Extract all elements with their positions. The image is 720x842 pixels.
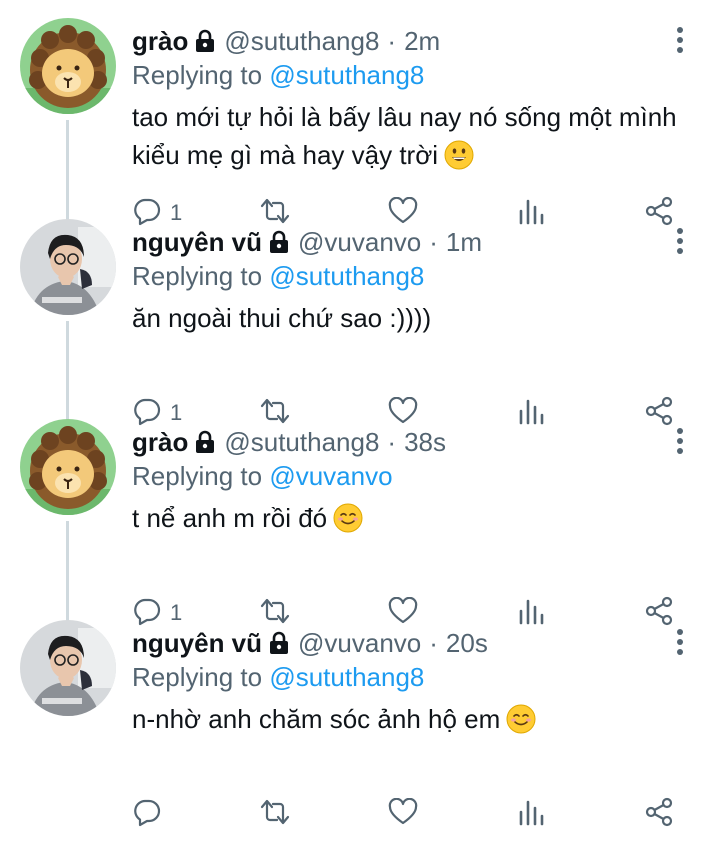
tweet[interactable]: grào @sututhang8 · 38s Replying to @vuvanvo t… (0, 401, 720, 625)
share-icon (645, 797, 673, 832)
heart-icon (388, 797, 418, 831)
tweet-text: n-nhờ anh chăm sóc ảnh hộ em (132, 700, 692, 744)
separator: · (429, 627, 438, 658)
user-handle[interactable]: @vuvanvo (298, 628, 421, 659)
separator: · (429, 226, 438, 257)
replying-to: Replying to @vuvanvo (132, 459, 393, 493)
share-button[interactable] (645, 794, 673, 834)
tweet-text-line: ăn ngoài thui chứ sao :)))) (132, 303, 432, 333)
retweet-button[interactable] (258, 794, 292, 834)
user-handle[interactable]: @sututhang8 (224, 26, 379, 57)
user-handle[interactable]: @sututhang8 (224, 427, 379, 458)
analytics-icon (518, 798, 544, 831)
replying-to: Replying to @sututhang8 (132, 259, 424, 293)
tweet-text-line: n-nhờ anh chăm sóc ảnh hộ em (132, 704, 501, 734)
reply-button[interactable] (132, 794, 170, 834)
smiling-face-emoji-icon (506, 704, 536, 744)
mention-link[interactable]: @vuvanvo (269, 461, 392, 491)
timestamp[interactable]: 2m (404, 26, 440, 57)
tweet-header: grào @sututhang8 · 2m (132, 24, 440, 58)
display-name[interactable]: grào (132, 427, 188, 458)
lock-icon (194, 430, 216, 454)
replying-to-label: Replying to (132, 261, 263, 291)
more-options-icon[interactable] (668, 421, 692, 461)
tweet-header: nguyên vũ @vuvanvo · 20s (132, 626, 488, 660)
mention-link[interactable]: @sututhang8 (269, 60, 424, 90)
lock-icon (194, 29, 216, 53)
reply-icon (132, 797, 162, 832)
tweet[interactable]: grào @sututhang8 · 2m Replying to @sututhang… (0, 0, 720, 225)
tweet-header: grào @sututhang8 · 38s (132, 425, 446, 459)
smiling-face-emoji-icon (333, 503, 363, 543)
avatar[interactable] (20, 219, 116, 315)
like-button[interactable] (388, 794, 418, 834)
tweet-text-line: t nể anh m rồi đó (132, 503, 328, 533)
mention-link[interactable]: @sututhang8 (269, 261, 424, 291)
avatar[interactable] (20, 620, 116, 716)
timestamp[interactable]: 1m (446, 227, 482, 258)
tweet-text: ăn ngoài thui chứ sao :)))) (132, 299, 692, 337)
mention-link[interactable]: @sututhang8 (269, 662, 424, 692)
tweet-text-line: tao mới tự hỏi là bấy lâu nay nó sống mộ… (132, 102, 677, 132)
tweet[interactable]: nguyên vũ @vuvanvo · 20s Replying to @sututh… (0, 602, 720, 826)
tweet-header: nguyên vũ @vuvanvo · 1m (132, 225, 482, 259)
display-name[interactable]: nguyên vũ (132, 628, 262, 659)
replying-to-label: Replying to (132, 461, 263, 491)
avatar[interactable] (20, 18, 116, 114)
display-name[interactable]: nguyên vũ (132, 227, 262, 258)
separator: · (387, 426, 397, 457)
replying-to-label: Replying to (132, 60, 263, 90)
more-options-icon[interactable] (668, 20, 692, 60)
tweet[interactable]: nguyên vũ @vuvanvo · 1m Replying to @sututha… (0, 201, 720, 425)
avatar[interactable] (20, 419, 116, 515)
lock-icon (268, 631, 290, 655)
timestamp[interactable]: 38s (404, 427, 446, 458)
replying-to-label: Replying to (132, 662, 263, 692)
separator: · (387, 25, 397, 56)
tweet-text: tao mới tự hỏi là bấy lâu nay nó sống mộ… (132, 98, 692, 180)
more-options-icon[interactable] (668, 622, 692, 662)
thread-connector (66, 602, 69, 618)
tweet-text-line: kiểu mẹ gì mà hay vậy trời (132, 140, 439, 170)
replying-to: Replying to @sututhang8 (132, 660, 424, 694)
thread-connector (66, 201, 69, 217)
replying-to: Replying to @sututhang8 (132, 58, 424, 92)
analytics-button[interactable] (518, 794, 544, 834)
tweet-text: t nể anh m rồi đó (132, 499, 692, 543)
user-handle[interactable]: @vuvanvo (298, 227, 421, 258)
tweet-actions (0, 794, 720, 834)
retweet-icon (258, 797, 292, 832)
grinning-face-emoji-icon (444, 140, 474, 180)
timestamp[interactable]: 20s (446, 628, 488, 659)
lock-icon (268, 230, 290, 254)
more-options-icon[interactable] (668, 221, 692, 261)
thread-connector (66, 401, 69, 417)
display-name[interactable]: grào (132, 26, 188, 57)
